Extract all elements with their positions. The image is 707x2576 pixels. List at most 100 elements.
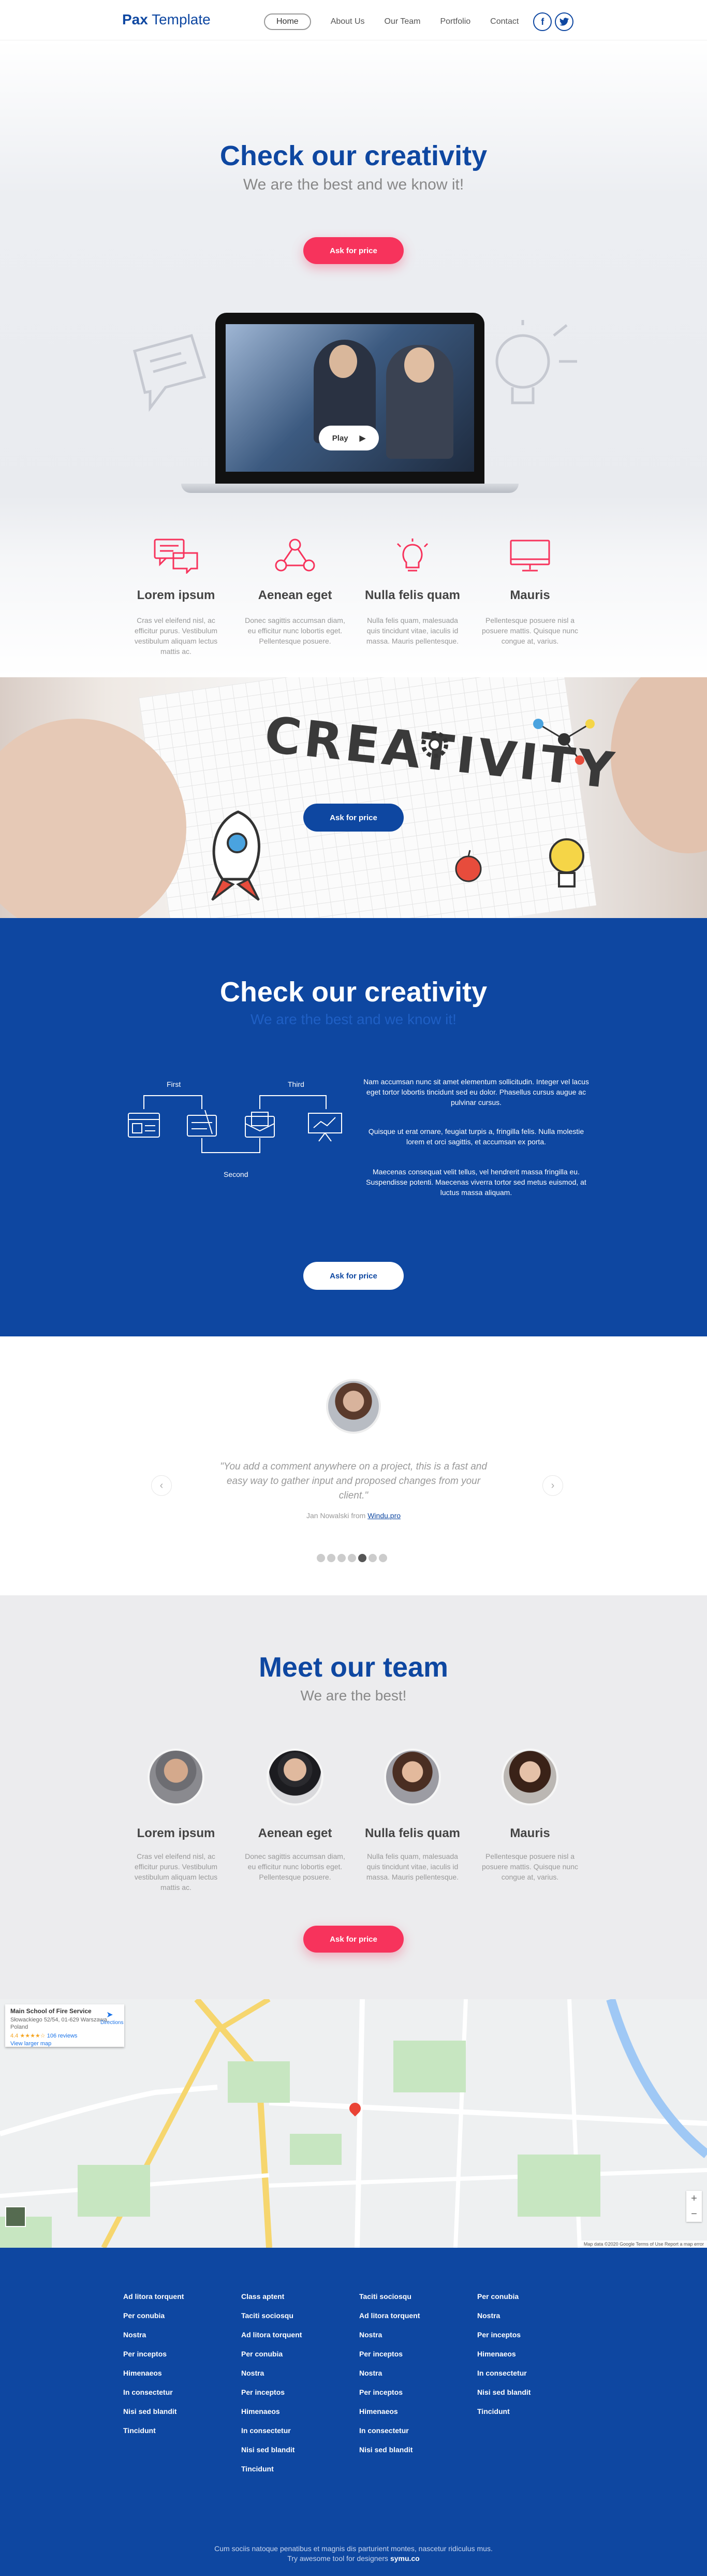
footer-link[interactable]: In consectetur bbox=[359, 2421, 463, 2440]
chevron-left-icon[interactable]: ‹ bbox=[151, 1475, 172, 1496]
process-section: Check our creativity We are the best and… bbox=[0, 918, 707, 1336]
carousel-dot[interactable] bbox=[337, 1554, 346, 1562]
chevron-right-icon[interactable]: › bbox=[542, 1475, 563, 1496]
carousel-dot[interactable] bbox=[348, 1554, 356, 1562]
carousel-dot[interactable] bbox=[369, 1554, 377, 1562]
avatar bbox=[267, 1749, 323, 1806]
play-button[interactable]: Play ▶ bbox=[319, 426, 379, 450]
carousel-dot[interactable] bbox=[317, 1554, 325, 1562]
footer-link[interactable]: Tincidunt bbox=[241, 2459, 345, 2479]
footer-link[interactable]: Himenaeos bbox=[359, 2402, 463, 2421]
footer-link[interactable]: Nisi sed blandit bbox=[477, 2383, 581, 2402]
footer-link[interactable]: Per conubia bbox=[241, 2345, 345, 2364]
footer-link[interactable]: Per conubia bbox=[123, 2306, 227, 2325]
feature-title: Nulla felis quam bbox=[364, 588, 461, 602]
footer-link[interactable]: Nisi sed blandit bbox=[241, 2440, 345, 2459]
footer-link[interactable]: Class aptent bbox=[241, 2287, 345, 2306]
member-name: Aenean eget bbox=[258, 1826, 332, 1840]
avatar bbox=[384, 1749, 441, 1806]
chat-bubbles-icon bbox=[154, 539, 198, 574]
view-larger-map-link[interactable]: View larger map bbox=[10, 2041, 119, 2047]
team-title: Meet our team bbox=[258, 1652, 449, 1683]
footer-copyright: Cum sociis natoque penatibus et magnis d… bbox=[214, 2544, 493, 2563]
carousel-dot-active[interactable] bbox=[358, 1554, 366, 1562]
footer-link[interactable]: Per conubia bbox=[477, 2287, 581, 2306]
member-text: Donec sagittis accumsan diam, eu efficit… bbox=[245, 1852, 345, 1881]
nav-portfolio[interactable]: Portfolio bbox=[440, 17, 470, 26]
testimonial-author: Jan Nowalski from Windu.pro bbox=[306, 1511, 401, 1520]
zoom-out-button[interactable]: − bbox=[686, 2206, 702, 2222]
footer-link[interactable]: Per inceptos bbox=[123, 2345, 227, 2364]
directions-button[interactable]: ➤ Directions bbox=[100, 2010, 123, 2026]
footer-link[interactable]: Per inceptos bbox=[359, 2345, 463, 2364]
footer-link[interactable]: Nisi sed blandit bbox=[359, 2440, 463, 2459]
footer-link[interactable]: Tincidunt bbox=[477, 2402, 581, 2421]
footer-link[interactable]: Nostra bbox=[241, 2364, 345, 2383]
play-icon: ▶ bbox=[359, 434, 366, 443]
team-member-card: Lorem ipsum Cras vel eleifend nisl, ac e… bbox=[124, 1749, 228, 1893]
nav-about-us[interactable]: About Us bbox=[331, 17, 365, 26]
symu-link[interactable]: symu.co bbox=[390, 2554, 420, 2563]
feature-card: Aenean eget Donec sagittis accumsan diam… bbox=[243, 537, 347, 646]
footer-link[interactable]: Per inceptos bbox=[241, 2383, 345, 2402]
twitter-icon[interactable] bbox=[555, 12, 574, 31]
top-navbar: Pax Template Home About Us Our Team Port… bbox=[0, 0, 707, 40]
footer-link[interactable]: Taciti sociosqu bbox=[359, 2287, 463, 2306]
zoom-in-button[interactable]: + bbox=[686, 2191, 702, 2206]
hand-right-image bbox=[611, 677, 707, 853]
map-attribution: Map data ©2020 Google Terms of Use Repor… bbox=[580, 2240, 707, 2248]
team-member-card: Nulla felis quam Nulla felis quam, males… bbox=[361, 1749, 464, 1882]
footer-link[interactable]: Himenaeos bbox=[123, 2364, 227, 2383]
footer-link[interactable]: Nostra bbox=[359, 2364, 463, 2383]
ask-for-price-button[interactable]: Ask for price bbox=[303, 237, 404, 264]
footer-link[interactable]: Ad litora torquent bbox=[359, 2306, 463, 2325]
process-paragraph: Nam accumsan nunc sit amet elementum sol… bbox=[363, 1078, 589, 1107]
laptop-base bbox=[181, 484, 519, 493]
share-nodes-icon bbox=[275, 539, 315, 572]
nav-home[interactable]: Home bbox=[264, 13, 311, 30]
chat-decoration-icon bbox=[132, 333, 207, 412]
step-label: Second bbox=[224, 1170, 248, 1178]
footer-link[interactable]: In consectetur bbox=[241, 2421, 345, 2440]
network-drawing-icon bbox=[533, 719, 595, 765]
footer-link[interactable]: Nisi sed blandit bbox=[123, 2402, 227, 2421]
carousel-dot[interactable] bbox=[379, 1554, 387, 1562]
nav-contact[interactable]: Contact bbox=[490, 17, 519, 26]
feature-title: Mauris bbox=[510, 588, 550, 602]
zoom-controls: + − bbox=[686, 2191, 702, 2222]
main-menu: Home About Us Our Team Portfolio Contact… bbox=[264, 12, 574, 31]
avatar bbox=[148, 1749, 204, 1806]
brand-logo[interactable]: Pax Template bbox=[122, 11, 211, 28]
footer-link[interactable]: Himenaeos bbox=[241, 2402, 345, 2421]
footer-link[interactable]: In consectetur bbox=[477, 2364, 581, 2383]
footer-link[interactable]: Himenaeos bbox=[477, 2345, 581, 2364]
satellite-toggle[interactable] bbox=[5, 2206, 26, 2227]
member-text: Nulla felis quam, malesuada quis tincidu… bbox=[366, 1852, 459, 1881]
footer-link[interactable]: Tincidunt bbox=[123, 2421, 227, 2440]
ask-for-price-button[interactable]: Ask for price bbox=[303, 1262, 404, 1290]
footer-link[interactable]: Ad litora torquent bbox=[123, 2287, 227, 2306]
footer-link[interactable]: Per inceptos bbox=[477, 2325, 581, 2345]
member-text: Cras vel eleifend nisl, ac efficitur pur… bbox=[134, 1852, 218, 1891]
footer-link[interactable]: Nostra bbox=[477, 2306, 581, 2325]
process-subtitle: We are the best and we know it! bbox=[251, 1011, 456, 1027]
footer-link[interactable]: Nostra bbox=[359, 2325, 463, 2345]
ask-for-price-button[interactable]: Ask for price bbox=[303, 1926, 404, 1953]
author-company-link[interactable]: Windu.pro bbox=[367, 1511, 401, 1520]
testimonial-quote: "You add a comment anywhere on a project… bbox=[220, 1461, 487, 1501]
feature-text: Nulla felis quam, malesuada quis tincidu… bbox=[366, 616, 459, 645]
footer-column: Per conubia Nostra Per inceptos Himenaeos In… bbox=[477, 2287, 581, 2421]
footer-link[interactable]: Ad litora torquent bbox=[241, 2325, 345, 2345]
footer-link[interactable]: Nostra bbox=[123, 2325, 227, 2345]
facebook-icon[interactable]: f bbox=[533, 12, 552, 31]
footer-column: Ad litora torquent Per conubia Nostra Per i… bbox=[123, 2287, 227, 2440]
footer-link[interactable]: Per inceptos bbox=[359, 2383, 463, 2402]
ask-for-price-button[interactable]: Ask for price bbox=[303, 804, 404, 832]
google-map[interactable]: Main School of Fire Service Słowackiego … bbox=[0, 1999, 707, 2248]
footer-link[interactable]: Taciti sociosqu bbox=[241, 2306, 345, 2325]
carousel-dot[interactable] bbox=[327, 1554, 335, 1562]
rocket-drawing-icon bbox=[211, 810, 260, 901]
step-label: First bbox=[167, 1080, 181, 1088]
footer-link[interactable]: In consectetur bbox=[123, 2383, 227, 2402]
nav-our-team[interactable]: Our Team bbox=[385, 17, 421, 26]
